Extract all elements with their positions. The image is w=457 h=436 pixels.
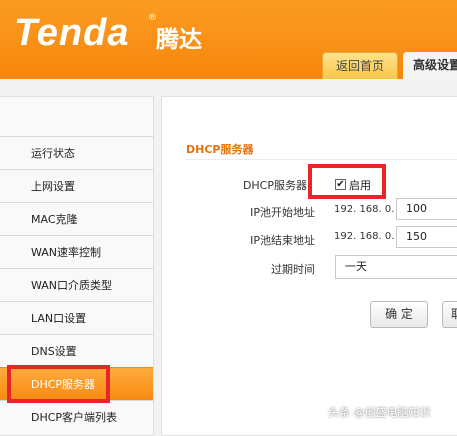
ip-pool-start-prefix: 192. 168. 0. — [334, 204, 395, 215]
sidebar-item-wan-media-type[interactable]: WAN口介质类型 — [0, 268, 153, 301]
ip-pool-end-input[interactable]: 150 — [396, 226, 457, 248]
ip-pool-end-prefix: 192. 168. 0. — [334, 231, 395, 242]
sidebar-item-running-status[interactable]: 运行状态 — [0, 136, 153, 169]
ip-pool-start-input[interactable]: 100 — [396, 198, 457, 220]
lease-time-label: 过期时间 — [271, 263, 315, 276]
top-banner: Tenda ® 腾达 返回首页 高级设置 — [0, 0, 457, 79]
ip-pool-end-label: IP池结束地址 — [250, 234, 315, 247]
tab-return-home[interactable]: 返回首页 — [322, 52, 398, 79]
ip-pool-start-label: IP池开始地址 — [250, 206, 315, 219]
ok-button[interactable]: 确 定 — [370, 301, 428, 328]
tab-advanced-settings[interactable]: 高级设置 — [403, 52, 457, 79]
sidebar-item-dns-settings[interactable]: DNS设置 — [0, 334, 153, 367]
watermark: 头条 @创盛电脑知识 — [328, 406, 431, 419]
dhcp-menu-highlight-box — [7, 365, 110, 403]
enable-highlight-box — [308, 164, 386, 199]
tenda-logo: Tenda — [14, 12, 130, 54]
dhcp-server-label: DHCP服务器 — [242, 179, 307, 192]
sidebar-item-lan-settings[interactable]: LAN口设置 — [0, 301, 153, 334]
sidebar-item-wan-rate-control[interactable]: WAN速率控制 — [0, 235, 153, 268]
cancel-button[interactable]: 取 — [442, 301, 457, 328]
section-divider — [186, 159, 457, 160]
sidebar-item-mac-clone[interactable]: MAC克隆 — [0, 202, 153, 235]
sidebar-item-dhcp-client-list[interactable]: DHCP客户端列表 — [0, 400, 153, 433]
section-title: DHCP服务器 — [186, 143, 254, 156]
sidebar-item-internet-settings[interactable]: 上网设置 — [0, 169, 153, 202]
lease-time-select[interactable]: 一天 — [335, 255, 457, 279]
tenda-logo-chinese: 腾达 — [156, 27, 202, 53]
